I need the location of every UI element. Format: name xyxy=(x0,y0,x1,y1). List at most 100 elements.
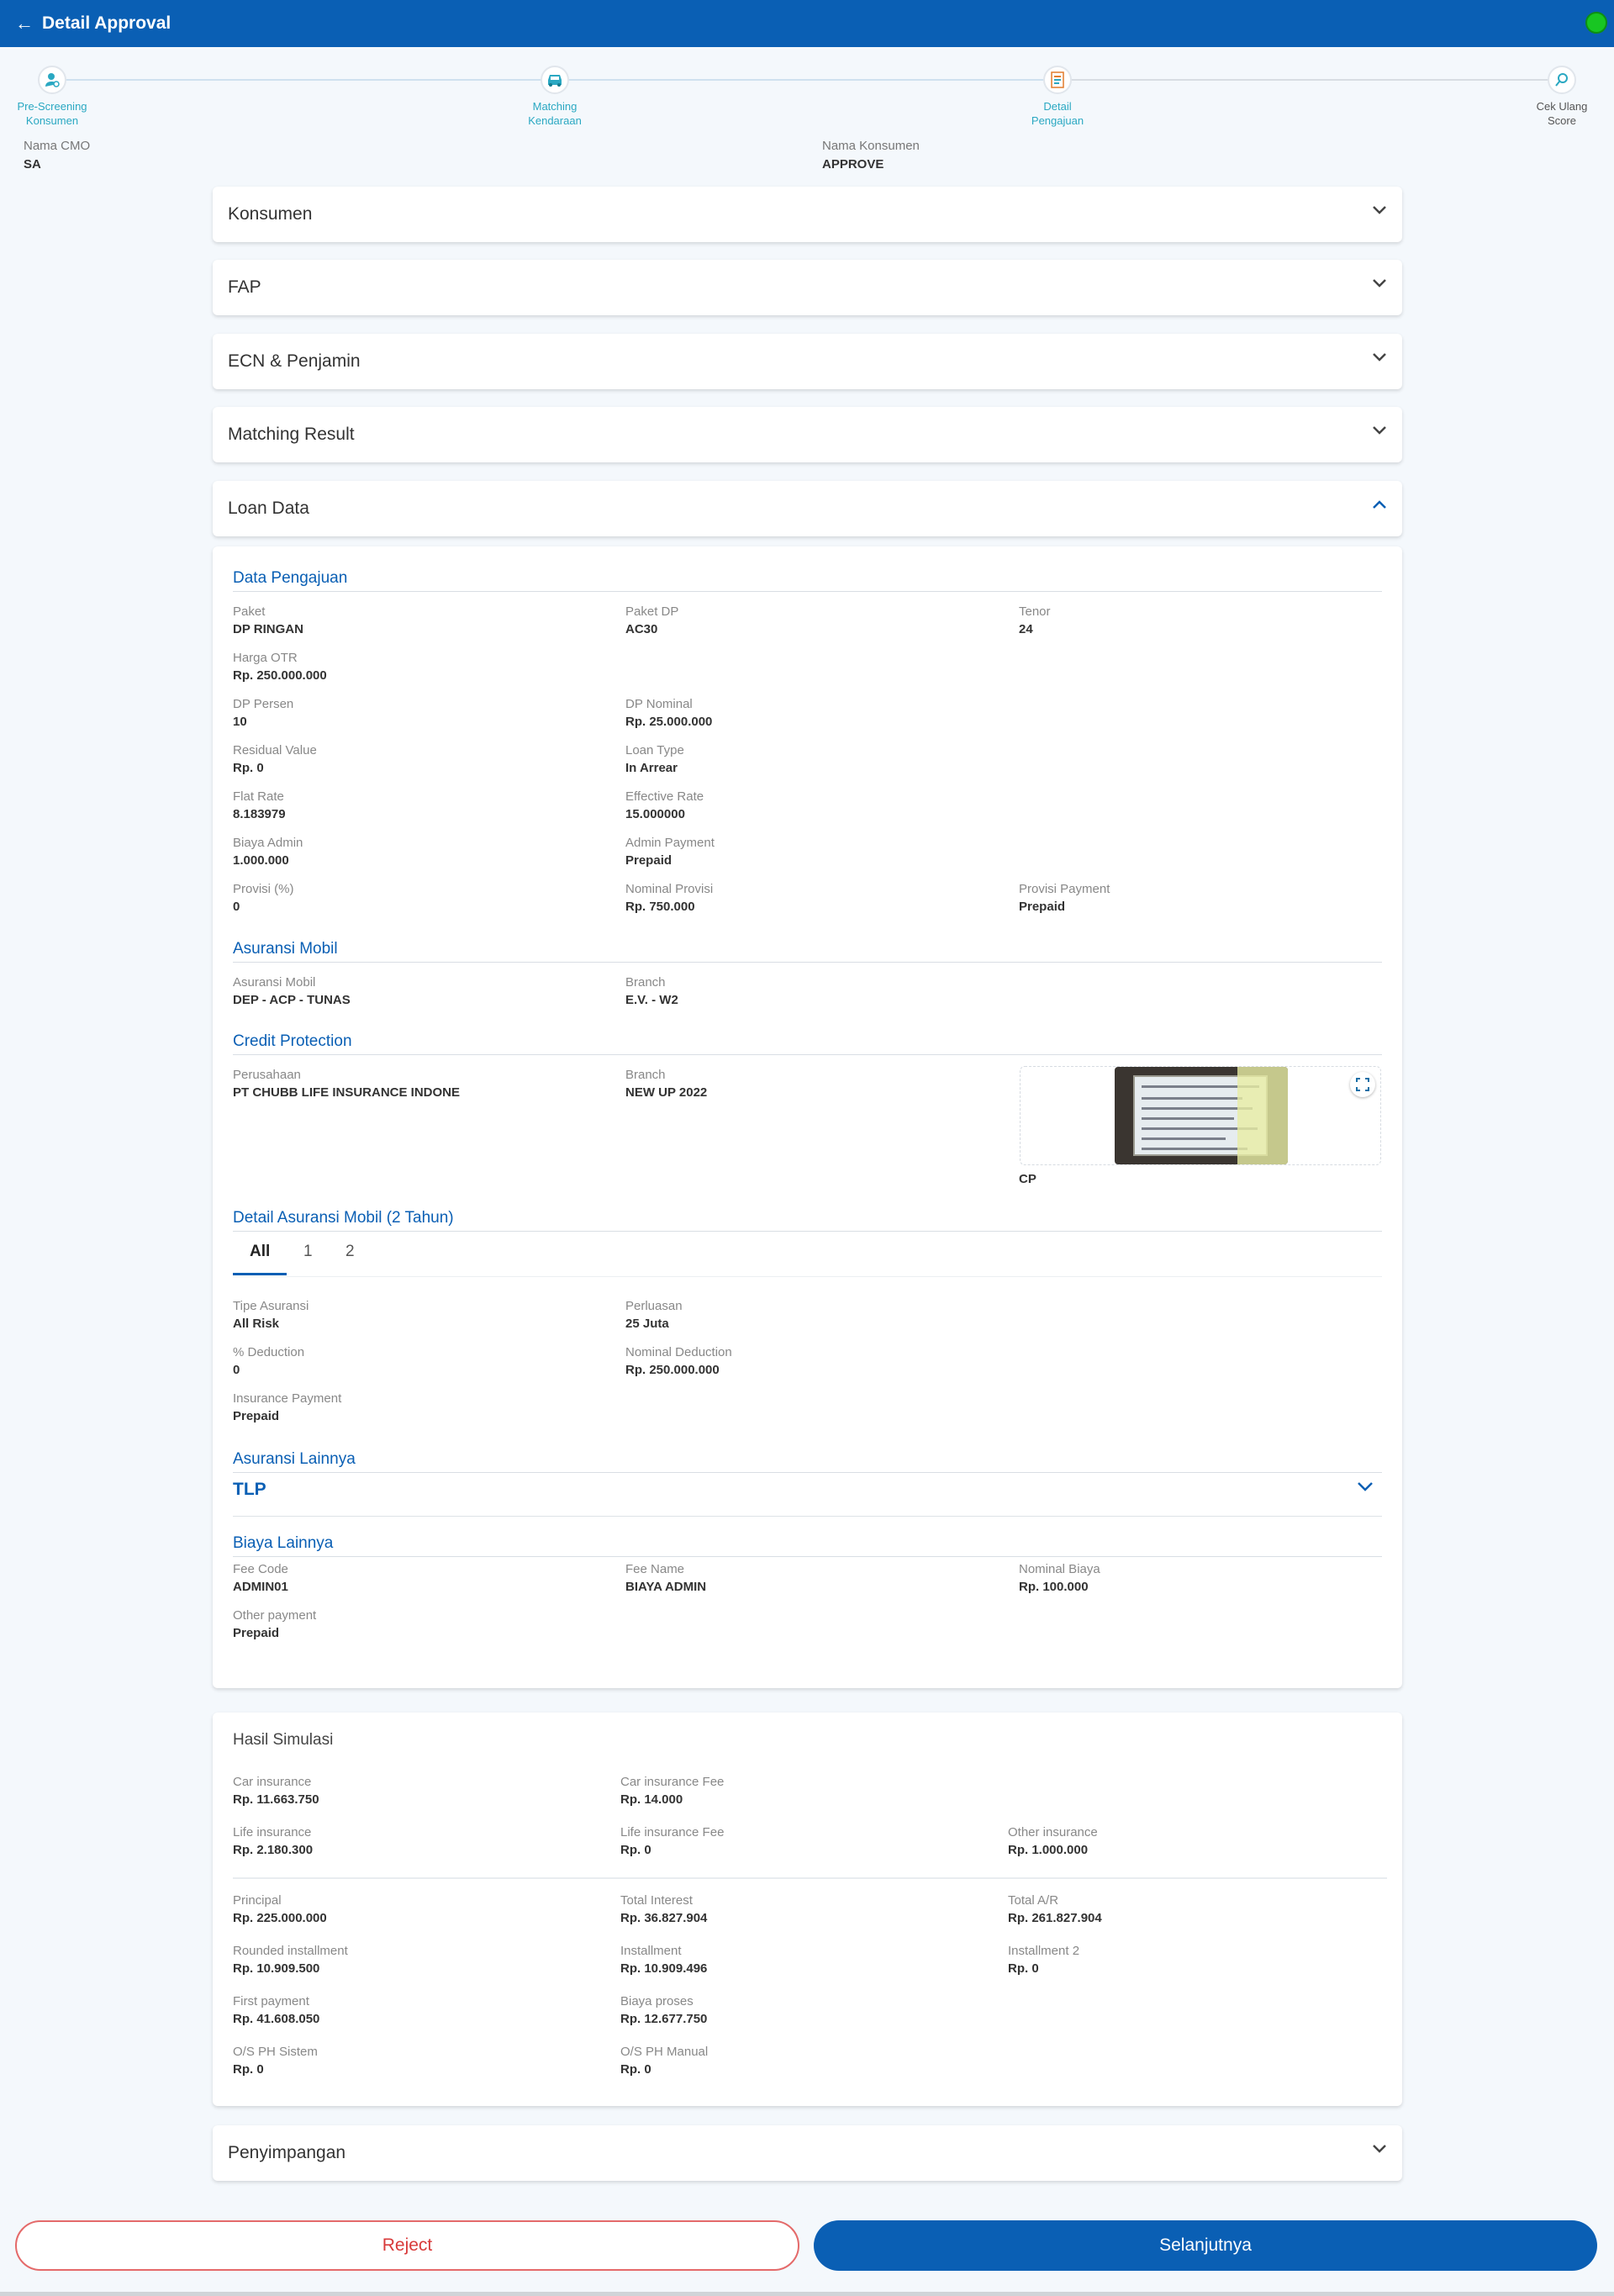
field-label: Flat Rate xyxy=(233,789,284,804)
field-label: Life insurance Fee xyxy=(620,1825,725,1839)
field-value: Rp. 0 xyxy=(1008,1961,1039,1976)
field-label: Paket DP xyxy=(625,604,679,619)
accordion-penyimpangan[interactable]: Penyimpangan xyxy=(213,2125,1402,2181)
field-value: 10 xyxy=(233,715,247,729)
field-value: Rp. 25.000.000 xyxy=(625,715,713,729)
divider xyxy=(233,1556,1382,1557)
tab-year-1[interactable]: 1 xyxy=(303,1243,313,1261)
field-value: Rp. 2.180.300 xyxy=(233,1843,314,1857)
field-label: Life insurance xyxy=(233,1825,312,1839)
tab-all[interactable]: All xyxy=(250,1243,270,1261)
field-value: Prepaid xyxy=(1019,900,1066,914)
section-title-biaya-lainnya: Biaya Lainnya xyxy=(233,1534,334,1552)
field-label: Other insurance xyxy=(1008,1825,1098,1839)
field-value: Rp. 1.000.000 xyxy=(1008,1843,1089,1857)
accordion-title: FAP xyxy=(228,277,261,297)
field-label: Total Interest xyxy=(620,1893,693,1908)
step-label: Score xyxy=(1548,114,1576,127)
divider xyxy=(233,1054,1382,1055)
field-label: Admin Payment xyxy=(625,836,715,850)
accordion-fap[interactable]: FAP xyxy=(213,260,1402,315)
field-label: Loan Type xyxy=(625,743,684,757)
field-value: All Risk xyxy=(233,1317,280,1331)
user-check-icon xyxy=(38,66,66,94)
step-label: Pre-Screening xyxy=(17,100,87,113)
field-value: Rp. 0 xyxy=(620,2062,651,2077)
field-label: Total A/R xyxy=(1008,1893,1059,1908)
field-value: Prepaid xyxy=(233,1409,280,1423)
accordion-loan-data[interactable]: Loan Data xyxy=(213,481,1402,536)
magnifier-icon xyxy=(1548,66,1576,94)
field-label: Car insurance xyxy=(233,1775,312,1789)
step-label: Kendaraan xyxy=(528,114,582,127)
expand-icon[interactable] xyxy=(1350,1072,1375,1097)
field-label: Branch xyxy=(625,975,666,990)
reject-button[interactable]: Reject xyxy=(15,2220,799,2271)
app-bar: ← Detail Approval xyxy=(0,0,1614,47)
progress-stepper: Pre-Screening Konsumen Matching Kendaraan … xyxy=(0,47,1614,131)
field-label: DP Persen xyxy=(233,697,294,711)
field-value: 15.000000 xyxy=(625,807,685,821)
accordion-matching-result[interactable]: Matching Result xyxy=(213,407,1402,462)
accordion-konsumen[interactable]: Konsumen xyxy=(213,187,1402,242)
step-cek-ulang-score[interactable]: Cek Ulang Score xyxy=(1503,66,1614,128)
field-label: First payment xyxy=(233,1994,309,2008)
divider xyxy=(233,1276,1382,1277)
divider xyxy=(233,962,1382,963)
field-value: Rp. 0 xyxy=(233,761,264,775)
active-tab-indicator xyxy=(233,1273,287,1275)
konsumen-name-value: APPROVE xyxy=(822,157,884,172)
field-label: Provisi (%) xyxy=(233,882,294,896)
field-label: Nominal Biaya xyxy=(1019,1562,1100,1576)
step-label: Pengajuan xyxy=(1031,114,1084,127)
field-value: E.V. - W2 xyxy=(625,993,678,1007)
field-label: Paket xyxy=(233,604,266,619)
step-label: Cek Ulang xyxy=(1536,100,1588,113)
field-value: Prepaid xyxy=(233,1626,280,1640)
field-label: Tipe Asuransi xyxy=(233,1299,309,1313)
field-label: Perusahaan xyxy=(233,1068,301,1082)
chevron-down-icon[interactable] xyxy=(1357,1481,1374,1496)
accordion-ecn-penjamin[interactable]: ECN & Penjamin xyxy=(213,334,1402,389)
field-value: NEW UP 2022 xyxy=(625,1085,708,1100)
tab-year-2[interactable]: 2 xyxy=(345,1243,355,1261)
field-label: Tenor xyxy=(1019,604,1051,619)
page-title: Detail Approval xyxy=(42,13,171,33)
next-button[interactable]: Selanjutnya xyxy=(814,2220,1597,2271)
field-label: Fee Name xyxy=(625,1562,685,1576)
field-value: Rp. 12.677.750 xyxy=(620,2012,708,2026)
field-label: Effective Rate xyxy=(625,789,704,804)
field-label: Biaya proses xyxy=(620,1994,694,2008)
back-arrow-icon[interactable]: ← xyxy=(15,13,34,34)
field-label: Installment 2 xyxy=(1008,1944,1080,1958)
field-label: Car insurance Fee xyxy=(620,1775,725,1789)
field-label: Fee Code xyxy=(233,1562,288,1576)
field-value: Rp. 261.827.904 xyxy=(1008,1911,1102,1925)
online-status-icon xyxy=(1585,12,1607,34)
field-value: 0 xyxy=(233,1363,240,1377)
loan-data-panel: Data Pengajuan Paket DP RINGAN Paket DP … xyxy=(213,546,1402,1688)
divider xyxy=(233,591,1382,592)
field-value: In Arrear xyxy=(625,761,678,775)
step-matching-kendaraan[interactable]: Matching Kendaraan xyxy=(496,66,614,128)
cp-document-thumbnail[interactable] xyxy=(1115,1067,1288,1164)
field-label: Nominal Deduction xyxy=(625,1345,732,1359)
field-value: Rp. 10.909.496 xyxy=(620,1961,708,1976)
hasil-simulasi-panel: Hasil Simulasi Car insurance Rp. 11.663.… xyxy=(213,1713,1402,2106)
field-value: Rp. 225.000.000 xyxy=(233,1911,327,1925)
field-label: Rounded installment xyxy=(233,1944,348,1958)
cp-document-image-box[interactable] xyxy=(1020,1066,1381,1165)
step-detail-pengajuan[interactable]: Detail Pengajuan xyxy=(999,66,1116,128)
car-icon xyxy=(541,66,569,94)
section-title-hasil-simulasi: Hasil Simulasi xyxy=(233,1731,334,1749)
field-value: Rp. 36.827.904 xyxy=(620,1911,708,1925)
accordion-title: Matching Result xyxy=(228,425,355,444)
field-label: Branch xyxy=(625,1068,666,1082)
field-label: Harga OTR xyxy=(233,651,298,665)
field-value: 8.183979 xyxy=(233,807,286,821)
field-label: Biaya Admin xyxy=(233,836,303,850)
cp-image-caption: CP xyxy=(1019,1172,1036,1186)
field-value: AC30 xyxy=(625,622,658,636)
tlp-dropdown-title[interactable]: TLP xyxy=(233,1480,266,1500)
step-pre-screening[interactable]: Pre-Screening Konsumen xyxy=(0,66,111,128)
